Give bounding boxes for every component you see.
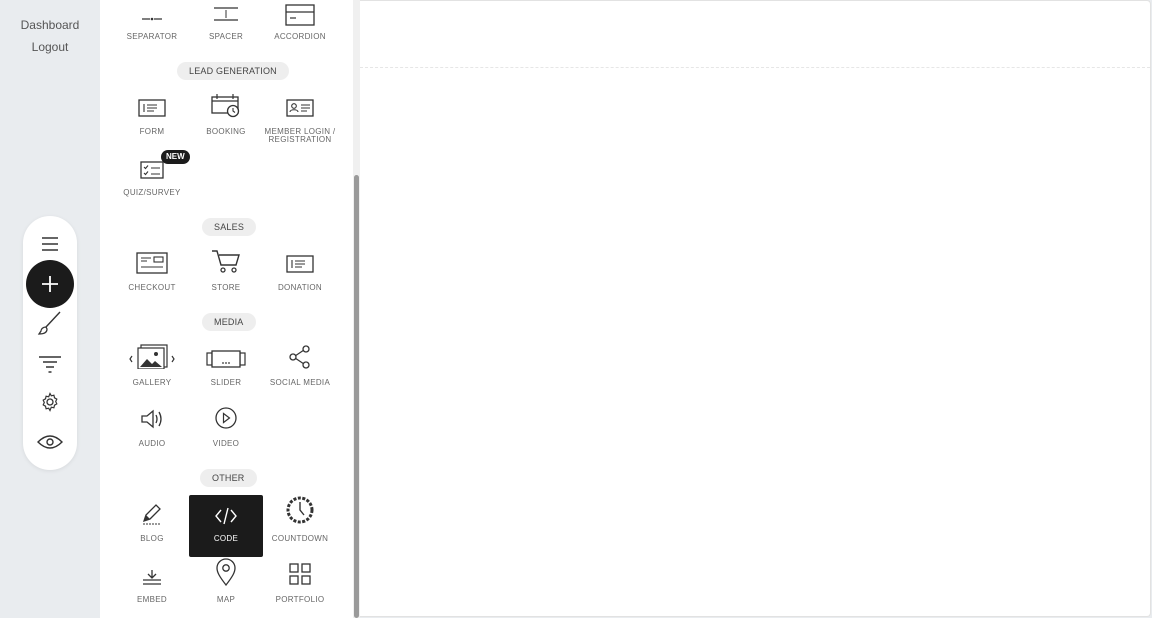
element-map[interactable]: MAP — [189, 558, 263, 618]
form-icon — [115, 90, 189, 118]
eye-icon — [37, 435, 63, 449]
element-social-media[interactable]: SOCIAL MEDIA — [263, 341, 337, 401]
element-booking[interactable]: BOOKING — [189, 90, 263, 150]
plus-icon — [42, 276, 58, 292]
filter-button[interactable] — [23, 346, 77, 382]
section-title-sales: SALES — [202, 218, 257, 236]
separator-icon — [115, 0, 189, 22]
element-label: GALLERY — [132, 378, 172, 387]
elements-panel: SEPARATOR SPACER ACCORDION LEAD GENERATI… — [100, 0, 360, 618]
section-title-lead-generation: LEAD GENERATION — [177, 62, 289, 80]
element-label: CODE — [213, 534, 239, 543]
element-donation[interactable]: DONATION — [263, 246, 337, 306]
embed-icon — [115, 558, 189, 586]
speaker-icon — [115, 402, 189, 430]
element-label: SLIDER — [210, 378, 242, 387]
top-links: Dashboard Logout — [0, 14, 100, 58]
element-audio[interactable]: AUDIO — [115, 402, 189, 462]
add-element-button[interactable] — [26, 260, 74, 308]
element-label: BLOG — [140, 534, 164, 543]
element-countdown[interactable]: COUNTDOWN — [263, 496, 337, 557]
play-icon — [189, 402, 263, 430]
menu-icon — [42, 237, 58, 251]
share-icon — [263, 341, 337, 369]
element-label-line2: REGISTRATION — [268, 135, 332, 144]
element-slider[interactable]: SLIDER — [189, 341, 263, 401]
element-label: STORE — [211, 283, 241, 292]
accordion-icon — [263, 0, 337, 26]
donation-icon — [263, 246, 337, 274]
code-icon — [189, 495, 263, 525]
booking-icon — [189, 90, 263, 118]
element-blog[interactable]: BLOG — [115, 497, 189, 557]
element-gallery[interactable]: GALLERY — [115, 341, 189, 401]
slider-icon — [189, 341, 263, 369]
element-video[interactable]: VIDEO — [189, 402, 263, 462]
cart-icon — [189, 246, 263, 274]
element-code[interactable]: CODE — [189, 495, 263, 557]
logout-link[interactable]: Logout — [0, 36, 100, 58]
element-portfolio[interactable]: PORTFOLIO — [263, 558, 337, 618]
new-badge: NEW — [161, 150, 190, 164]
spacer-icon — [189, 0, 263, 22]
element-label: SOCIAL MEDIA — [269, 378, 331, 387]
element-label: DONATION — [277, 283, 323, 292]
brush-icon — [37, 311, 61, 335]
element-label: QUIZ/SURVEY — [123, 188, 181, 197]
preview-button[interactable] — [23, 424, 77, 460]
element-spacer[interactable]: SPACER — [189, 0, 263, 60]
element-label: ACCORDION — [274, 32, 326, 41]
map-pin-icon — [189, 558, 263, 586]
element-separator[interactable]: SEPARATOR — [115, 0, 189, 60]
countdown-icon — [263, 496, 337, 525]
dashboard-link[interactable]: Dashboard — [0, 14, 100, 36]
app-window: Dashboard Logout SEPARATOR SPACER ACCORD… — [0, 0, 1152, 618]
left-sidebar: Dashboard Logout — [0, 0, 100, 618]
gallery-icon — [115, 341, 189, 369]
gear-icon — [42, 392, 58, 412]
filter-icon — [39, 356, 61, 373]
element-label: VIDEO — [212, 439, 240, 448]
element-label: COUNTDOWN — [271, 534, 329, 543]
element-label: EMBED — [137, 595, 167, 604]
element-label: AUDIO — [138, 439, 166, 448]
element-label: MAP — [216, 595, 236, 604]
editor-toolbar — [23, 216, 77, 470]
section-title-other: OTHER — [200, 469, 257, 487]
element-member-login[interactable]: MEMBER LOGIN / REGISTRATION — [263, 90, 337, 150]
settings-button[interactable] — [23, 384, 77, 420]
element-label: CHECKOUT — [128, 283, 176, 292]
menu-button[interactable] — [23, 226, 77, 262]
canvas-section-divider — [360, 67, 1150, 68]
panel-scrollbar-thumb[interactable] — [354, 175, 359, 618]
section-title-media: MEDIA — [202, 313, 256, 331]
element-accordion[interactable]: ACCORDION — [263, 0, 337, 60]
element-form[interactable]: FORM — [115, 90, 189, 150]
design-button[interactable] — [23, 305, 77, 341]
member-login-icon — [263, 90, 337, 118]
element-label: SEPARATOR — [126, 32, 178, 41]
element-label: SPACER — [208, 32, 244, 41]
page-canvas[interactable] — [360, 0, 1151, 617]
checkout-icon — [115, 246, 189, 274]
element-checkout[interactable]: CHECKOUT — [115, 246, 189, 306]
pencil-icon — [115, 497, 189, 525]
element-store[interactable]: STORE — [189, 246, 263, 306]
element-label: BOOKING — [206, 127, 246, 136]
element-label: FORM — [139, 127, 165, 136]
portfolio-icon — [263, 558, 337, 586]
element-label: PORTFOLIO — [275, 595, 325, 604]
element-embed[interactable]: EMBED — [115, 558, 189, 618]
